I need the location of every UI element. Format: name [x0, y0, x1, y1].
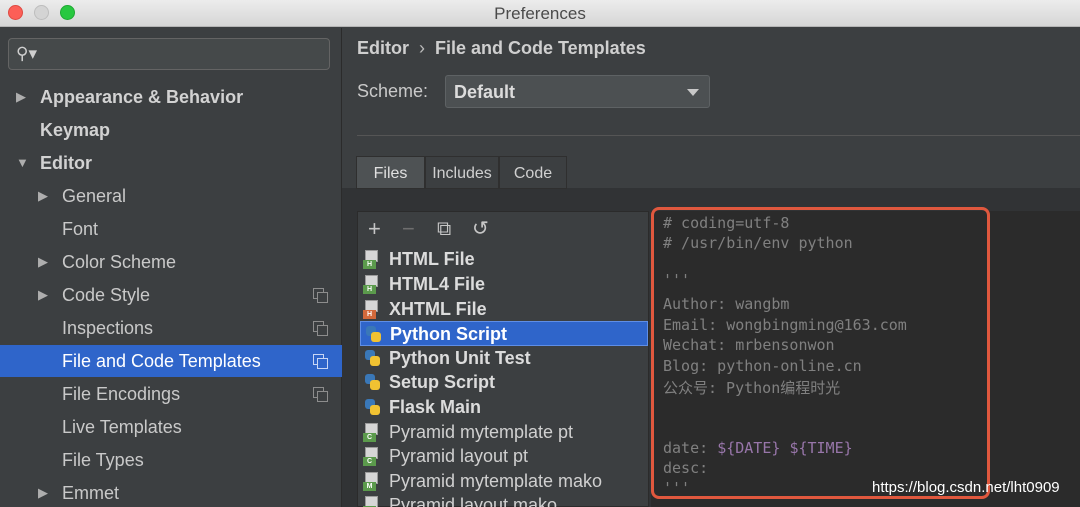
divider [357, 135, 1080, 136]
sidebar-item-appearance-behavior[interactable]: ▶ Appearance & Behavior [0, 81, 342, 113]
title-bar: Preferences [0, 0, 1080, 27]
sidebar-item-font[interactable]: Font [0, 213, 342, 245]
list-item-html4-file[interactable]: H HTML4 File [360, 272, 648, 297]
mako-file-icon: M [363, 472, 381, 491]
sidebar-item-editor[interactable]: ▼ Editor [0, 147, 342, 179]
scheme-value: Default [454, 82, 516, 102]
list-item-flask-main[interactable]: Flask Main [360, 395, 648, 420]
project-settings-icon [313, 288, 328, 303]
copy-icon[interactable]: ⧉ [437, 218, 451, 240]
sidebar-item-file-encodings[interactable]: File Encodings [0, 378, 342, 410]
list-item-label: HTML File [389, 249, 475, 269]
list-item-pyramid-mytemplate-pt[interactable]: C Pyramid mytemplate pt [360, 420, 648, 445]
watermark: https://blog.csdn.net/lht0909 [872, 479, 1060, 496]
project-settings-icon [313, 387, 328, 402]
sidebar-item-label: Inspections [62, 318, 154, 338]
list-item-label: Python Unit Test [389, 348, 531, 368]
sidebar-item-label: Appearance & Behavior [40, 87, 244, 107]
collapse-arrow-icon[interactable]: ▼ [16, 147, 29, 179]
sidebar-item-code-style[interactable]: ▶ Code Style [0, 279, 342, 311]
expand-arrow-icon[interactable]: ▶ [38, 477, 48, 507]
sidebar-item-label: Live Templates [62, 417, 182, 437]
list-item-setup-script[interactable]: Setup Script [360, 370, 648, 395]
expand-arrow-icon[interactable]: ▶ [38, 279, 48, 311]
project-settings-icon [313, 321, 328, 336]
reset-icon[interactable]: ↺ [472, 218, 489, 240]
breadcrumb: Editor › File and Code Templates [357, 38, 646, 59]
html-file-icon: H [363, 250, 381, 269]
sidebar-item-label: Color Scheme [62, 252, 177, 272]
mako-file-icon: M [363, 496, 381, 507]
sidebar-item-general[interactable]: ▶ General [0, 180, 342, 212]
sidebar-item-label: Font [62, 219, 99, 239]
sidebar-item-label: Editor [40, 153, 92, 173]
list-item-label: Pyramid layout pt [389, 446, 529, 466]
sidebar-item-label: Code Style [62, 285, 151, 305]
tab-code[interactable]: Code [499, 156, 567, 189]
sidebar-item-label: Emmet [62, 483, 120, 503]
sidebar-item-keymap[interactable]: Keymap [0, 114, 342, 146]
python-icon [364, 325, 382, 344]
list-item-label: Pyramid layout mako [389, 495, 558, 507]
add-icon[interactable]: + [368, 218, 381, 240]
settings-sidebar: ⚲▾ ▶ Appearance & Behavior Keymap ▼ Edit… [0, 28, 342, 507]
sidebar-item-emmet[interactable]: ▶ Emmet [0, 477, 342, 507]
expand-arrow-icon[interactable]: ▶ [16, 81, 26, 113]
breadcrumb-separator: › [419, 38, 425, 58]
list-item-html-file[interactable]: H HTML File [360, 247, 648, 272]
html-file-icon: H [363, 275, 381, 294]
list-item-label: Python Script [390, 324, 508, 344]
sidebar-item-inspections[interactable]: Inspections [0, 312, 342, 344]
template-file-icon: C [363, 447, 381, 466]
list-item-xhtml-file[interactable]: H XHTML File [360, 297, 648, 322]
remove-icon[interactable]: − [402, 218, 415, 240]
sidebar-item-color-scheme[interactable]: ▶ Color Scheme [0, 246, 342, 278]
python-icon [363, 398, 381, 417]
window-title: Preferences [494, 4, 586, 23]
expand-arrow-icon[interactable]: ▶ [38, 246, 48, 278]
project-settings-icon [313, 354, 328, 369]
list-item-python-unit-test[interactable]: Python Unit Test [360, 346, 648, 371]
search-icon: ⚲▾ [16, 44, 37, 63]
list-item-python-script[interactable]: Python Script [360, 321, 648, 346]
scheme-label: Scheme: [357, 81, 429, 101]
sidebar-item-label: File Types [62, 450, 144, 470]
tab-files[interactable]: Files [356, 156, 425, 189]
list-item-label: Pyramid mytemplate mako [389, 471, 603, 491]
list-item-label: Pyramid mytemplate pt [389, 422, 574, 442]
sidebar-item-file-types[interactable]: File Types [0, 444, 342, 476]
xhtml-file-icon: H [363, 300, 381, 319]
sidebar-item-label: Keymap [40, 120, 111, 140]
list-item-pyramid-mytemplate-mako[interactable]: M Pyramid mytemplate mako [360, 469, 648, 494]
expand-arrow-icon[interactable]: ▶ [38, 180, 48, 212]
list-item-pyramid-layout-pt[interactable]: C Pyramid layout pt [360, 444, 648, 469]
python-icon [363, 373, 381, 392]
search-input[interactable]: ⚲▾ [8, 38, 330, 70]
chevron-down-icon [687, 89, 699, 96]
sidebar-item-label: File Encodings [62, 384, 181, 404]
sidebar-item-file-and-code-templates[interactable]: File and Code Templates [0, 345, 342, 377]
list-item-label: Setup Script [389, 372, 496, 392]
list-item-label: HTML4 File [389, 274, 486, 294]
list-item-label: XHTML File [389, 299, 487, 319]
sidebar-item-live-templates[interactable]: Live Templates [0, 411, 342, 443]
template-list: + − ⧉ ↺ H HTML File H HTML4 File H XHTML… [357, 211, 649, 507]
sidebar-item-label: General [62, 186, 127, 206]
breadcrumb-parent[interactable]: Editor [357, 38, 409, 58]
template-file-icon: C [363, 423, 381, 442]
scheme-dropdown[interactable]: Default [445, 75, 710, 108]
breadcrumb-current: File and Code Templates [435, 38, 646, 58]
python-icon [363, 349, 381, 368]
sidebar-item-label: File and Code Templates [62, 351, 261, 371]
tab-includes[interactable]: Includes [425, 156, 499, 189]
highlight-box [651, 207, 990, 499]
list-item-label: Flask Main [389, 397, 482, 417]
list-item-pyramid-layout-mako[interactable]: M Pyramid layout mako [360, 493, 648, 507]
